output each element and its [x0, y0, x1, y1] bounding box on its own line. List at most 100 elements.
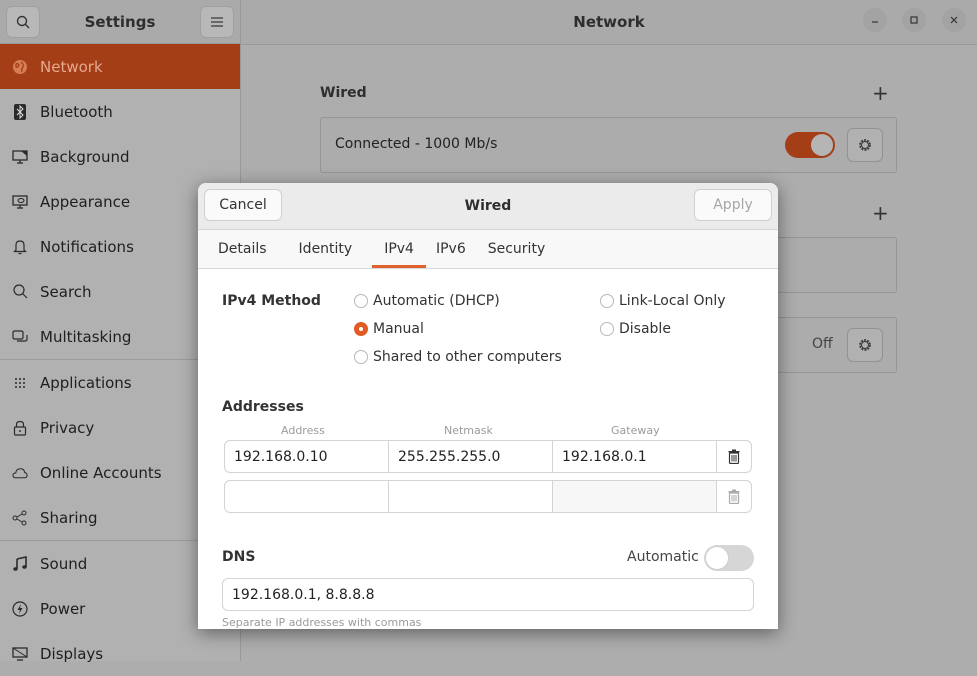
- tab-security[interactable]: Security: [476, 230, 558, 268]
- sidebar-item-label: Applications: [40, 373, 132, 392]
- vpn-status: Off: [812, 336, 833, 352]
- sidebar-item-label: Sound: [40, 554, 88, 573]
- tab-bar: Details Identity IPv4 IPv6 Security: [198, 230, 778, 269]
- radio-link-local[interactable]: Link-Local Only: [600, 293, 726, 309]
- radio-automatic-dhcp[interactable]: Automatic (DHCP): [354, 293, 500, 309]
- minimize-button[interactable]: [863, 8, 887, 32]
- trash-icon: [728, 489, 740, 504]
- dns-hint: Separate IP addresses with commas: [222, 616, 422, 629]
- wired-settings-button[interactable]: [847, 128, 883, 162]
- appearance-icon: [12, 194, 28, 210]
- wired-status: Connected - 1000 Mb/s: [335, 136, 498, 152]
- sidebar-item-label: Displays: [40, 644, 104, 663]
- lock-icon: [12, 420, 28, 436]
- plus-icon: +: [872, 201, 889, 225]
- minimize-icon: [872, 21, 878, 23]
- bell-icon: [12, 239, 28, 255]
- addresses-label: Addresses: [222, 399, 304, 415]
- tab-ipv4[interactable]: IPv4: [372, 230, 426, 268]
- netmask-input[interactable]: [389, 481, 553, 512]
- sidebar-item-label: Online Accounts: [40, 463, 162, 482]
- radio-shared[interactable]: Shared to other computers: [354, 349, 562, 365]
- plus-icon: +: [872, 81, 889, 105]
- display-icon: [12, 646, 28, 662]
- tab-identity[interactable]: Identity: [287, 230, 365, 268]
- apply-button[interactable]: Apply: [694, 189, 772, 221]
- globe-icon: [12, 59, 28, 75]
- tab-ipv6[interactable]: IPv6: [424, 230, 478, 268]
- radio-label: Manual: [373, 321, 424, 337]
- radio-label: Link-Local Only: [619, 293, 726, 309]
- sidebar-item-label: Power: [40, 599, 86, 618]
- bluetooth-icon: [12, 103, 28, 120]
- sidebar-item-label: Search: [40, 282, 92, 301]
- sidebar-title: Settings: [84, 12, 156, 31]
- grid-icon: [12, 375, 28, 391]
- power-icon: [12, 600, 28, 617]
- add-vpn-button[interactable]: +: [872, 201, 889, 225]
- radio-disable[interactable]: Disable: [600, 321, 671, 337]
- radio-label: Automatic (DHCP): [373, 293, 500, 309]
- radio-indicator: [354, 294, 368, 308]
- ipv4-method-label: IPv4 Method: [222, 293, 321, 309]
- menu-button[interactable]: [200, 5, 234, 38]
- radio-indicator: [354, 322, 368, 336]
- sidebar-item-label: Sharing: [40, 508, 98, 527]
- delete-address-button[interactable]: [717, 481, 751, 512]
- tab-details[interactable]: Details: [206, 230, 279, 268]
- page-title: Network: [573, 13, 645, 31]
- dialog-title: Wired: [464, 198, 512, 214]
- monitor-icon: [12, 149, 28, 165]
- address-row: 192.168.0.10 255.255.255.0 192.168.0.1: [224, 440, 752, 473]
- cancel-button[interactable]: Cancel: [204, 189, 282, 221]
- radio-indicator: [354, 350, 368, 364]
- maximize-button[interactable]: [902, 8, 926, 32]
- search-button[interactable]: [6, 5, 40, 38]
- share-icon: [12, 510, 28, 526]
- gateway-input[interactable]: 192.168.0.1: [553, 441, 717, 472]
- radio-indicator: [600, 322, 614, 336]
- cloud-icon: [12, 465, 28, 481]
- wired-settings-dialog: Cancel Wired Apply Details Identity IPv4…: [198, 183, 778, 629]
- sidebar-item-displays[interactable]: Displays: [0, 631, 240, 676]
- vpn-settings-button[interactable]: [847, 328, 883, 362]
- sidebar-item-label: Notifications: [40, 237, 134, 256]
- address-input[interactable]: [225, 481, 389, 512]
- sidebar-item-label: Multitasking: [40, 327, 132, 346]
- wired-toggle[interactable]: [785, 132, 835, 158]
- radio-indicator: [600, 294, 614, 308]
- maximize-icon: [910, 16, 918, 24]
- sidebar-item-label: Bluetooth: [40, 102, 113, 121]
- toggle-knob: [811, 134, 833, 156]
- sidebar-item-label: Network: [40, 57, 103, 76]
- switch-knob: [705, 546, 729, 570]
- close-button[interactable]: [942, 8, 966, 32]
- sidebar-item-label: Appearance: [40, 192, 131, 211]
- search-icon: [16, 15, 30, 28]
- sidebar-item-bluetooth[interactable]: Bluetooth: [0, 89, 240, 134]
- windows-icon: [12, 329, 28, 345]
- address-input[interactable]: 192.168.0.10: [225, 441, 389, 472]
- delete-address-button[interactable]: [717, 441, 751, 472]
- column-header-gateway: Gateway: [611, 424, 660, 437]
- dns-input[interactable]: 192.168.0.1, 8.8.8.8: [222, 578, 754, 611]
- hamburger-icon: [211, 16, 223, 27]
- trash-icon: [728, 449, 740, 464]
- netmask-input[interactable]: 255.255.255.0: [389, 441, 553, 472]
- gateway-input[interactable]: [553, 481, 717, 512]
- wired-section-title: Wired: [320, 85, 367, 101]
- column-header-address: Address: [281, 424, 325, 437]
- sidebar-item-background[interactable]: Background: [0, 134, 240, 179]
- add-wired-button[interactable]: +: [872, 81, 889, 105]
- column-header-netmask: Netmask: [444, 424, 493, 437]
- music-note-icon: [12, 555, 28, 572]
- sidebar-item-network[interactable]: Network: [0, 44, 240, 89]
- dns-automatic-switch[interactable]: [704, 545, 754, 571]
- radio-label: Shared to other computers: [373, 349, 562, 365]
- radio-manual[interactable]: Manual: [354, 321, 424, 337]
- sidebar-item-label: Privacy: [40, 418, 95, 437]
- sidebar-item-label: Background: [40, 147, 130, 166]
- wired-connection-card: Connected - 1000 Mb/s: [320, 117, 897, 173]
- gear-icon: [859, 339, 871, 351]
- main-header: Network: [241, 0, 977, 45]
